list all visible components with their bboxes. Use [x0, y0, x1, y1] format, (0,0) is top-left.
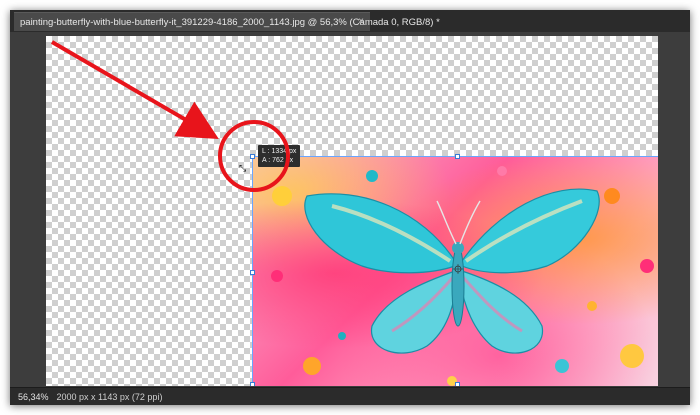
- transform-handle-top-left[interactable]: [250, 154, 255, 159]
- transform-handle-middle-left[interactable]: [250, 270, 255, 275]
- workspace-area: L : 1334 px A : 762 px ⤡: [10, 32, 690, 387]
- document-canvas[interactable]: L : 1334 px A : 762 px ⤡: [46, 36, 658, 386]
- readout-height: A : 762 px: [262, 157, 294, 164]
- document-tab-title: painting-butterfly-with-blue-butterfly-i…: [20, 16, 440, 28]
- butterfly-artwork: [271, 166, 654, 386]
- zoom-level[interactable]: 56,34%: [18, 392, 49, 402]
- transform-handle-bottom-left[interactable]: [250, 382, 255, 386]
- transform-size-readout: L : 1334 px A : 762 px: [258, 145, 301, 167]
- transform-handle-top-center[interactable]: [455, 154, 460, 159]
- move-cursor-icon: ⤡: [239, 163, 247, 173]
- photoshop-window: painting-butterfly-with-blue-butterfly-i…: [10, 10, 690, 405]
- transform-handle-bottom-center[interactable]: [455, 382, 460, 386]
- document-tab-bar: painting-butterfly-with-blue-butterfly-i…: [10, 10, 690, 33]
- document-info: 2000 px x 1143 px (72 ppi): [56, 391, 163, 402]
- status-bar: 56,34% 2000 px x 1143 px (72 ppi): [10, 387, 690, 405]
- butterfly-image-layer[interactable]: [252, 156, 658, 386]
- close-icon[interactable]: ×: [358, 16, 364, 27]
- document-tab[interactable]: painting-butterfly-with-blue-butterfly-i…: [14, 12, 440, 31]
- readout-width: L : 1334 px: [262, 148, 297, 155]
